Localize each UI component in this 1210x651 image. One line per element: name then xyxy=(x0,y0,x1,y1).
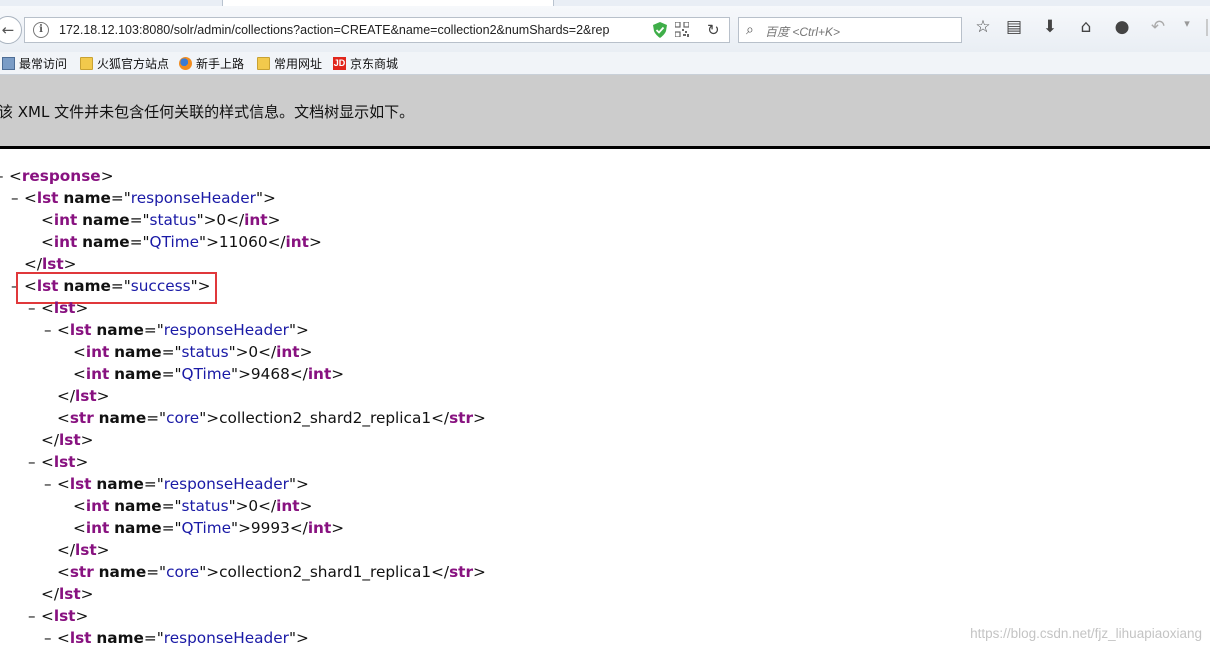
xml-line: <lst name="responseHeader"> xyxy=(57,321,309,339)
qr-code-icon[interactable] xyxy=(675,22,689,37)
bookmark-label: 新手上路 xyxy=(196,56,245,71)
navigation-toolbar: ← i 172.18.12.103:8080/solr/admin/collec… xyxy=(0,6,1210,52)
bookmark-most-visited[interactable]: 最常访问 xyxy=(2,55,67,71)
reading-list-icon[interactable]: ▤ xyxy=(1003,17,1025,37)
bookmark-common-sites[interactable]: 常用网址 xyxy=(257,55,322,71)
url-text[interactable]: 172.18.12.103:8080/solr/admin/collection… xyxy=(59,23,659,37)
xml-style-notice: 该 XML 文件并未包含任何关联的样式信息。文档树显示如下。 xyxy=(0,75,1210,149)
shield-check-icon[interactable] xyxy=(653,22,667,38)
xml-line: <int name="status">0</int> xyxy=(41,211,281,229)
chevron-down-icon[interactable]: ▾ xyxy=(1176,17,1198,30)
xml-line: <int name="QTime">9468</int> xyxy=(73,365,345,383)
xml-line: <str name="core">collection2_shard2_repl… xyxy=(57,409,486,427)
bookmark-getting-started[interactable]: 新手上路 xyxy=(179,55,244,71)
xml-line: <lst> xyxy=(41,453,89,471)
jd-logo-icon: JD xyxy=(333,56,346,70)
notice-text: 该 XML 文件并未包含任何关联的样式信息。文档树显示如下。 xyxy=(0,103,415,121)
xml-line: <lst name="responseHeader"> xyxy=(24,189,276,207)
xml-line: <int name="status">0</int> xyxy=(73,497,313,515)
download-icon[interactable]: ⬇ xyxy=(1039,17,1061,37)
bookmarks-toolbar: 最常访问 火狐官方站点 新手上路 常用网址 JD 京东商城 xyxy=(0,52,1210,75)
xml-line: </lst> xyxy=(57,387,110,405)
collapse-toggle[interactable]: – xyxy=(28,605,38,627)
back-arrow-icon: ← xyxy=(1,21,15,39)
collapse-toggle[interactable]: – xyxy=(44,473,54,495)
xml-line: <str name="core">collection2_shard1_repl… xyxy=(57,563,486,581)
toolbar-divider: | xyxy=(1204,17,1210,37)
back-button[interactable]: ← xyxy=(0,16,22,44)
xml-line: </lst> xyxy=(57,541,110,559)
xml-line: <lst> xyxy=(41,607,89,625)
info-icon[interactable]: i xyxy=(33,22,49,38)
search-placeholder[interactable]: 百度 <Ctrl+K> xyxy=(765,23,840,40)
bookmark-label: 常用网址 xyxy=(274,56,323,71)
bookmark-label: 最常访问 xyxy=(19,56,68,71)
home-icon[interactable]: ⌂ xyxy=(1075,17,1097,37)
collapse-toggle[interactable]: – xyxy=(28,297,38,319)
xml-tree: – <response> – <lst name="responseHeader… xyxy=(0,149,1210,651)
search-icon: ⌕ xyxy=(746,22,754,38)
xml-line: <int name="QTime">11060</int> xyxy=(41,233,322,251)
search-bar[interactable]: ⌕ 百度 <Ctrl+K> xyxy=(738,17,962,43)
collapse-toggle[interactable]: – xyxy=(44,319,54,341)
bookmark-jd-mall[interactable]: JD 京东商城 xyxy=(333,55,398,71)
chat-icon[interactable]: ● xyxy=(1111,17,1133,37)
collapse-toggle[interactable]: – xyxy=(28,451,38,473)
xml-line: <lst> xyxy=(41,299,89,317)
collapse-toggle[interactable]: – xyxy=(11,187,21,209)
xml-line: <lst name="responseHeader"> xyxy=(57,629,309,647)
folder-icon xyxy=(80,56,93,70)
xml-line: </lst> xyxy=(41,431,94,449)
bookmark-label: 京东商城 xyxy=(350,56,399,71)
watermark: https://blog.csdn.net/fjz_lihuapiaoxiang xyxy=(970,626,1202,641)
folder-icon xyxy=(257,56,270,70)
xml-line: </lst> xyxy=(41,585,94,603)
collapse-toggle[interactable]: – xyxy=(0,165,6,187)
xml-line: <int name="QTime">9993</int> xyxy=(73,519,345,537)
bookmark-label: 火狐官方站点 xyxy=(97,56,170,71)
xml-line: <lst name="responseHeader"> xyxy=(57,475,309,493)
undo-icon[interactable]: ↶ xyxy=(1147,17,1169,37)
firefox-icon xyxy=(179,56,192,70)
address-bar[interactable]: i 172.18.12.103:8080/solr/admin/collecti… xyxy=(24,17,730,43)
collapse-toggle[interactable]: – xyxy=(44,627,54,649)
bookmark-star-icon[interactable]: ☆ xyxy=(972,17,994,37)
reload-icon[interactable]: ↻ xyxy=(707,21,720,39)
bookmark-firefox-official[interactable]: 火狐官方站点 xyxy=(80,55,169,71)
xml-line: <response> xyxy=(9,167,114,185)
xml-line: <int name="status">0</int> xyxy=(73,343,313,361)
most-visited-icon xyxy=(2,56,15,70)
